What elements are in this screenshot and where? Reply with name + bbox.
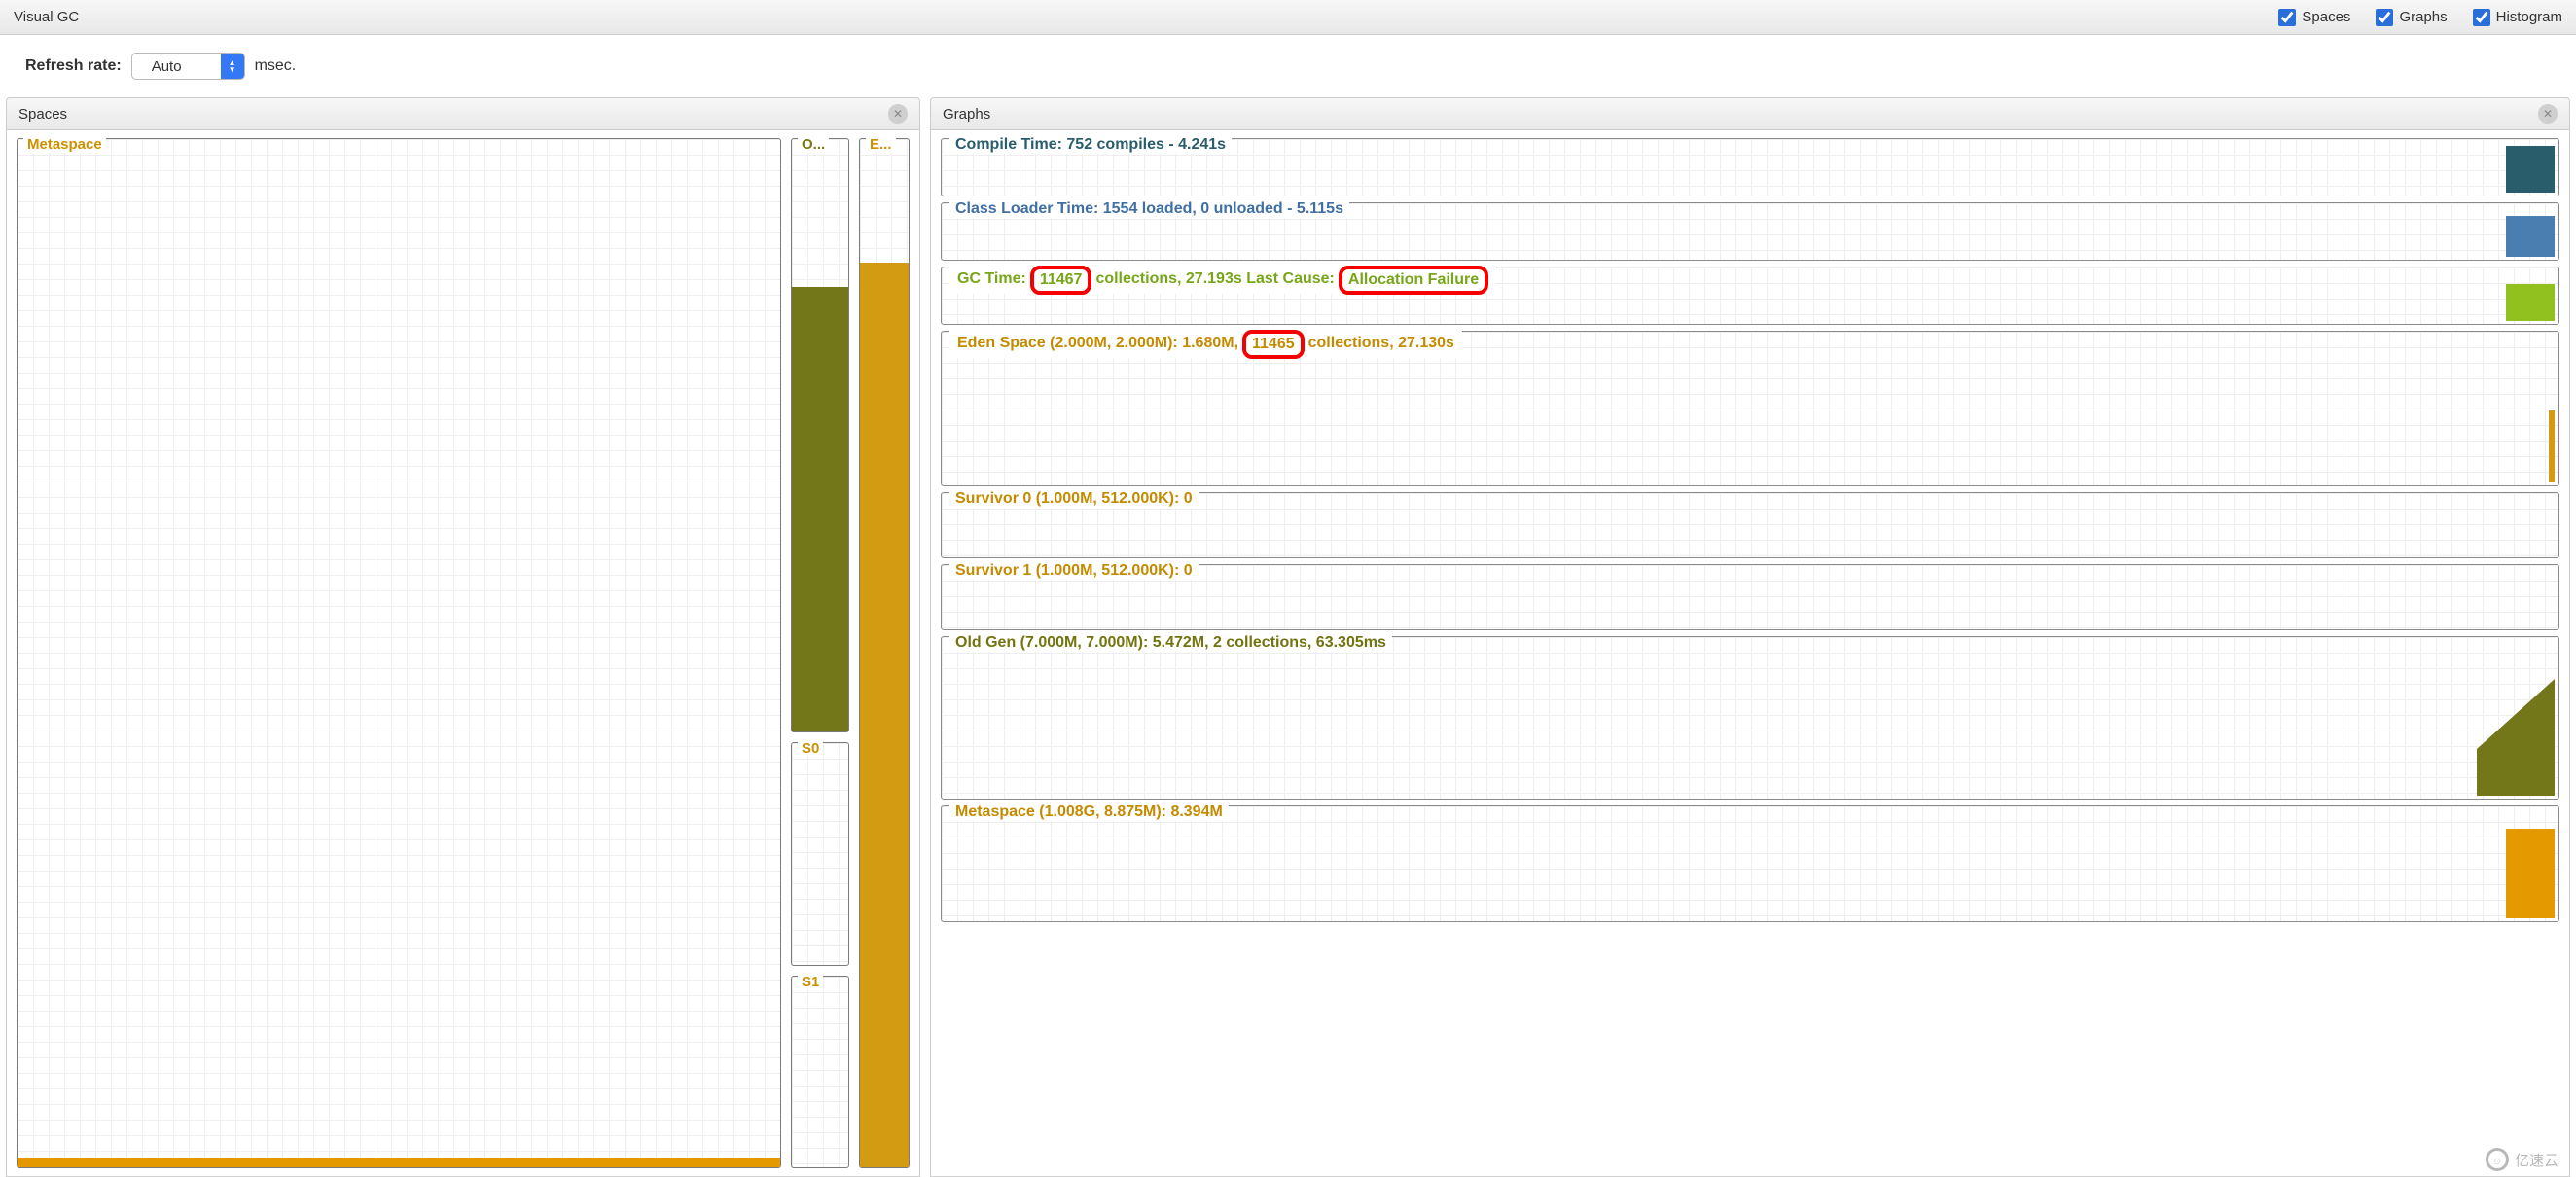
space-eden: E...: [859, 138, 910, 1168]
checkbox-histogram-label: Histogram: [2496, 9, 2562, 25]
space-eden-fill: [860, 263, 909, 1167]
space-s0-label: S0: [798, 740, 823, 757]
checkbox-histogram[interactable]: Histogram: [2473, 9, 2562, 26]
refresh-unit: msec.: [255, 57, 297, 75]
space-eden-label: E...: [866, 136, 896, 153]
graph-eden-post: collections, 27.130s: [1306, 335, 1456, 352]
graph-metaspace-spark: [2506, 829, 2555, 918]
space-metaspace-label: Metaspace: [23, 136, 106, 153]
spaces-panel-header: Spaces ✕: [6, 97, 920, 130]
highlight-eden-collections: 11465: [1242, 330, 1305, 359]
graph-surv0-legend: Survivor 0 (1.000M, 512.000K): 0: [949, 490, 1199, 508]
graph-surv1: Survivor 1 (1.000M, 512.000K): 0: [941, 564, 2559, 630]
graph-eden: Eden Space (2.000M, 2.000M): 1.680M, 114…: [941, 331, 2559, 486]
refresh-label: Refresh rate:: [25, 57, 122, 75]
refresh-select[interactable]: Auto ▲▼: [131, 53, 245, 80]
space-old: O...: [791, 138, 849, 732]
checkbox-spaces-input[interactable]: [2278, 9, 2296, 26]
graph-compile-spark: [2506, 146, 2555, 193]
highlight-gc-cause: Allocation Failure: [1339, 266, 1488, 295]
refresh-row: Refresh rate: Auto ▲▼ msec.: [0, 35, 2576, 97]
graph-compile-legend: Compile Time: 752 compiles - 4.241s: [949, 136, 1232, 154]
refresh-select-value: Auto: [132, 55, 221, 78]
graph-loader-spark: [2506, 216, 2555, 257]
graph-metaspace-legend: Metaspace (1.008G, 8.875M): 8.394M: [949, 803, 1229, 821]
watermark-icon: ۞: [2486, 1148, 2509, 1171]
graph-loader-time: Class Loader Time: 1554 loaded, 0 unload…: [941, 202, 2559, 261]
app-title: Visual GC: [14, 9, 79, 25]
graphs-panel-body: Compile Time: 752 compiles - 4.241s Clas…: [930, 130, 2570, 1177]
graph-oldgen: Old Gen (7.000M, 7.000M): 5.472M, 2 coll…: [941, 636, 2559, 800]
space-s0: S0: [791, 742, 849, 965]
graph-surv0: Survivor 0 (1.000M, 512.000K): 0: [941, 492, 2559, 558]
spaces-panel-body: Metaspace O... S0 S1: [6, 130, 920, 1177]
graph-gc-pre: GC Time:: [955, 270, 1028, 288]
close-icon[interactable]: ✕: [888, 104, 908, 124]
highlight-gc-collections: 11467: [1030, 266, 1092, 295]
checkbox-graphs-label: Graphs: [2399, 9, 2447, 25]
graph-eden-pre: Eden Space (2.000M, 2.000M): 1.680M,: [955, 335, 1240, 352]
graphs-panel-title: Graphs: [943, 106, 990, 123]
app-header: Visual GC Spaces Graphs Histogram: [0, 0, 2576, 35]
spaces-panel-title: Spaces: [18, 106, 67, 123]
main-split: Spaces ✕ Metaspace O... S0: [0, 97, 2576, 1177]
space-old-fill: [792, 287, 848, 731]
graph-compile-time: Compile Time: 752 compiles - 4.241s: [941, 138, 2559, 196]
graphs-panel: Graphs ✕ Compile Time: 752 compiles - 4.…: [930, 97, 2570, 1177]
space-metaspace: Metaspace: [17, 138, 781, 1168]
close-icon[interactable]: ✕: [2538, 104, 2558, 124]
watermark: ۞ 亿速云: [2486, 1148, 2558, 1171]
space-e-column: E...: [859, 138, 910, 1168]
graph-gc-mid: collections, 27.193s Last Cause:: [1093, 270, 1336, 288]
graph-metaspace: Metaspace (1.008G, 8.875M): 8.394M: [941, 805, 2559, 922]
graph-gc-spark: [2506, 284, 2555, 321]
view-toggle-group: Spaces Graphs Histogram: [2278, 9, 2562, 26]
spaces-panel: Spaces ✕ Metaspace O... S0: [6, 97, 920, 1177]
space-s1: S1: [791, 976, 849, 1168]
graph-eden-legend: Eden Space (2.000M, 2.000M): 1.680M, 114…: [949, 329, 1462, 358]
space-old-label: O...: [798, 136, 829, 153]
watermark-text: 亿速云: [2515, 1150, 2558, 1170]
checkbox-graphs[interactable]: Graphs: [2376, 9, 2447, 26]
space-o-s-column: O... S0 S1: [791, 138, 849, 1168]
checkbox-graphs-input[interactable]: [2376, 9, 2393, 26]
checkbox-spaces-label: Spaces: [2302, 9, 2350, 25]
graph-surv1-legend: Survivor 1 (1.000M, 512.000K): 0: [949, 562, 1199, 580]
space-metaspace-fill: [18, 1158, 780, 1167]
graph-gc-legend: GC Time: 11467 collections, 27.193s Last…: [949, 265, 1496, 294]
graphs-panel-header: Graphs ✕: [930, 97, 2570, 130]
graph-oldgen-legend: Old Gen (7.000M, 7.000M): 5.472M, 2 coll…: [949, 634, 1392, 652]
chevron-updown-icon[interactable]: ▲▼: [221, 54, 244, 79]
checkbox-histogram-input[interactable]: [2473, 9, 2490, 26]
graph-gc-time: GC Time: 11467 collections, 27.193s Last…: [941, 267, 2559, 325]
checkbox-spaces[interactable]: Spaces: [2278, 9, 2350, 26]
graph-loader-legend: Class Loader Time: 1554 loaded, 0 unload…: [949, 200, 1349, 218]
graph-oldgen-spark: [2477, 679, 2555, 796]
space-s1-label: S1: [798, 974, 823, 990]
graph-eden-spark: [2549, 410, 2555, 482]
